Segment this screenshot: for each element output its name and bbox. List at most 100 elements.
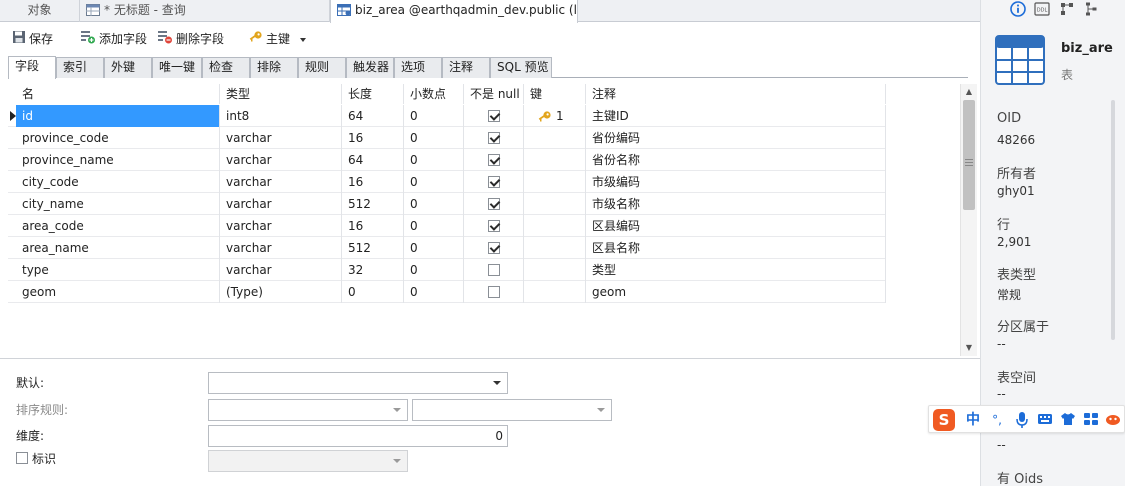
cell-not-null[interactable] [464,105,524,127]
subtab-comment[interactable]: 注释 [442,57,490,78]
subtab-triggers[interactable]: 触发器 [346,57,394,78]
column-header-comment[interactable]: 注释 [586,84,886,104]
table-row[interactable]: city_code varchar 16 0 市级编码 [8,171,886,193]
column-header-type[interactable]: 类型 [220,84,342,104]
not-null-checkbox[interactable] [488,176,500,188]
cell-length[interactable]: 16 [342,171,404,193]
cell-type[interactable]: (Type) [220,281,342,303]
scroll-up-icon[interactable]: ▲ [961,85,977,99]
cell-name[interactable]: geom [16,281,220,303]
cell-not-null[interactable] [464,215,524,237]
default-dropdown[interactable] [208,372,508,394]
cell-comment[interactable]: 类型 [586,259,886,281]
cell-decimals[interactable]: 0 [404,237,464,259]
cell-comment[interactable]: 主键ID [586,105,886,127]
ddl-icon[interactable]: DDL [1034,1,1050,17]
cell-comment[interactable]: geom [586,281,886,303]
table-row[interactable]: city_name varchar 512 0 市级名称 [8,193,886,215]
dependency-icon[interactable] [1059,1,1075,17]
cell-type[interactable]: varchar [220,127,342,149]
cell-type[interactable]: varchar [220,259,342,281]
cell-not-null[interactable] [464,127,524,149]
table-row[interactable]: province_name varchar 64 0 省份名称 [8,149,886,171]
cell-not-null[interactable] [464,259,524,281]
cell-key[interactable]: 1 [524,105,586,127]
subtab-foreign-keys[interactable]: 外键 [104,57,152,78]
dimension-input[interactable]: 0 [208,425,508,447]
cell-comment[interactable]: 区县编码 [586,215,886,237]
cell-name[interactable]: province_code [16,127,220,149]
microphone-icon[interactable] [1015,411,1029,432]
cell-type[interactable]: varchar [220,193,342,215]
cell-length[interactable]: 16 [342,127,404,149]
cell-key[interactable] [524,281,586,303]
toolbox-icon[interactable] [1083,412,1099,429]
identity-checkbox[interactable] [16,452,28,464]
subtab-fields[interactable]: 字段 [8,56,56,79]
ime-mode-toggle[interactable]: 中 [963,410,983,430]
cell-key[interactable] [524,171,586,193]
cell-type[interactable]: varchar [220,215,342,237]
tab-table-design[interactable]: biz_area @earthqadmin_dev.public (l... [330,0,578,23]
cell-not-null[interactable] [464,149,524,171]
subtab-excludes[interactable]: 排除 [250,57,298,78]
structure-icon[interactable] [1083,1,1099,17]
column-header-key[interactable]: 键 [524,84,586,104]
cell-comment[interactable]: 省份编码 [586,127,886,149]
cell-name[interactable]: id [16,105,220,127]
cell-key[interactable] [524,259,586,281]
cell-comment[interactable]: 市级名称 [586,193,886,215]
not-null-checkbox[interactable] [488,198,500,210]
cell-type[interactable]: varchar [220,149,342,171]
cell-name[interactable]: province_name [16,149,220,171]
ime-punctuation-toggle[interactable]: °, [987,410,1007,430]
not-null-checkbox[interactable] [488,220,500,232]
cell-name[interactable]: city_name [16,193,220,215]
cell-not-null[interactable] [464,281,524,303]
cell-length[interactable]: 64 [342,149,404,171]
cell-decimals[interactable]: 0 [404,171,464,193]
cell-name[interactable]: area_name [16,237,220,259]
cell-length[interactable]: 0 [342,281,404,303]
cell-key[interactable] [524,215,586,237]
table-row[interactable]: id int8 64 0 1 主键ID [8,105,886,127]
cell-length[interactable]: 64 [342,105,404,127]
column-header-name[interactable]: 名 [16,84,220,104]
info-icon[interactable] [1010,1,1026,17]
add-field-button[interactable]: 添加字段 [80,27,147,51]
cell-not-null[interactable] [464,171,524,193]
cell-comment[interactable]: 市级编码 [586,171,886,193]
subtab-indexes[interactable]: 索引 [56,57,104,78]
scroll-thumb[interactable] [963,100,975,210]
cell-type[interactable]: int8 [220,105,342,127]
mascot-icon[interactable] [1105,412,1121,429]
tab-objects[interactable]: 对象 [0,0,80,22]
cell-decimals[interactable]: 0 [404,127,464,149]
cell-decimals[interactable]: 0 [404,259,464,281]
cell-key[interactable] [524,149,586,171]
column-header-length[interactable]: 长度 [342,84,404,104]
cell-name[interactable]: area_code [16,215,220,237]
scroll-down-icon[interactable]: ▼ [961,341,977,355]
cell-length[interactable]: 512 [342,237,404,259]
cell-not-null[interactable] [464,237,524,259]
cell-decimals[interactable]: 0 [404,105,464,127]
not-null-checkbox[interactable] [488,242,500,254]
cell-decimals[interactable]: 0 [404,149,464,171]
not-null-checkbox[interactable] [488,110,500,122]
column-header-not-null[interactable]: 不是 null [464,84,524,104]
table-row[interactable]: type varchar 32 0 类型 [8,259,886,281]
keyboard-icon[interactable] [1037,412,1053,429]
cell-key[interactable] [524,237,586,259]
delete-field-button[interactable]: 删除字段 [157,27,224,51]
cell-key[interactable] [524,127,586,149]
cell-type[interactable]: varchar [220,171,342,193]
not-null-checkbox[interactable] [488,286,500,298]
column-header-decimals[interactable]: 小数点 [404,84,464,104]
cell-decimals[interactable]: 0 [404,215,464,237]
cell-length[interactable]: 32 [342,259,404,281]
cell-length[interactable]: 16 [342,215,404,237]
cell-length[interactable]: 512 [342,193,404,215]
subtab-checks[interactable]: 检查 [202,57,250,78]
collation-schema-dropdown[interactable] [208,399,408,421]
